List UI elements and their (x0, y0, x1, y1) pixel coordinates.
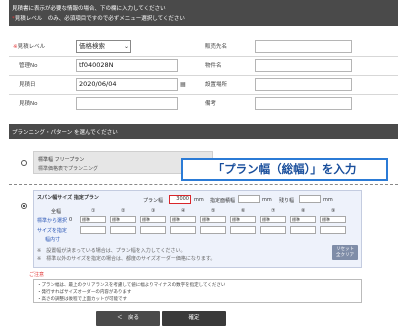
back-button[interactable]: ＜ 戻る (96, 311, 160, 326)
size-input[interactable] (290, 226, 316, 234)
plan-span-radio[interactable] (21, 203, 27, 209)
col-header: ② (121, 208, 126, 214)
size-input[interactable] (230, 226, 256, 234)
col-header: ⑥ (241, 208, 246, 214)
note-input[interactable] (255, 97, 352, 110)
total-width-label: 指定面積幅 (210, 198, 236, 204)
width-dropdown[interactable]: 標準 (290, 216, 316, 223)
size-input[interactable] (110, 226, 136, 234)
plan-width-input[interactable]: 3000 (169, 195, 191, 204)
note-line: ・発行すればサイズオーダーの内容があります (37, 290, 132, 295)
form-row-level: ※見積レベル 価格検索 ⌄ 販売先名 (9, 37, 398, 56)
col-header: ⑧ (301, 208, 306, 214)
form-row-remarks: 見積No 備考 (9, 94, 398, 113)
plan-free-subtitle: 標準価格表でプランニング (38, 166, 99, 172)
confirm-button[interactable]: 確定 (162, 311, 226, 326)
row-select-label: 標準から選択 (37, 218, 68, 224)
col-header: ⑨ (331, 208, 336, 214)
reset-label: リセット (336, 247, 354, 252)
size-input[interactable] (260, 226, 286, 234)
note-line: ・高さの調整は後程で上面カットが可能です (37, 297, 127, 302)
size-input[interactable] (200, 226, 226, 234)
width-dropdown[interactable]: 標準 (200, 216, 226, 223)
level-select-value: 価格検索 (79, 42, 105, 50)
property-input[interactable] (255, 59, 352, 72)
property-label: 物件名 (205, 63, 222, 69)
manage-no-input[interactable]: tf040028N (76, 59, 178, 72)
width-dropdown[interactable]: 標準 (260, 216, 286, 223)
row-size-label: サイズを指定 (37, 228, 67, 234)
width-dropdown[interactable]: 標準 (170, 216, 196, 223)
instruction-line-2: *見積レベル のみ、必須項目ですので必ずメニュー選択してください (12, 14, 185, 22)
size-input[interactable] (80, 226, 106, 234)
instruction-line-2-text: 見積レベル のみ、必須項目ですので必ずメニュー選択してください (14, 16, 185, 22)
clear-all-label: 全クリア (336, 252, 354, 258)
instruction-line-1: 見積書に表示が必要な情報の場合、下の欄に入力してください (12, 6, 166, 12)
width-dropdown[interactable]: 標準 (110, 216, 136, 223)
date-input[interactable]: 2020/06/04 (76, 78, 178, 91)
width-dropdown[interactable]: 標準 (320, 216, 346, 223)
plan-span-option: スパン幅サイズ 指定プラン プラン幅 3000 mm 指定面積幅 mm 残り幅 … (33, 190, 362, 268)
level-label-text: 見積レベル (17, 44, 46, 50)
row-size-sublabel: 幅内寸 (45, 237, 61, 243)
calendar-icon[interactable]: ▦ (180, 81, 186, 88)
site-label: 設置場所 (205, 82, 228, 88)
span-note-1: ※ 設置幅が決まっている場合は、プラン幅を入力してください。 (37, 248, 186, 254)
remaining-width-field (299, 195, 321, 203)
date-label: 見積日 (19, 82, 36, 88)
estimate-no-input[interactable] (76, 97, 178, 110)
note-line: ・プラン幅は、最上のクリアランスを考慮して値に幅よりマイナスの数字を指定してくだ… (37, 283, 226, 288)
unit-label: mm (323, 197, 333, 203)
chevron-down-icon: ⌄ (123, 43, 129, 50)
remaining-width-label: 残り幅 (279, 198, 295, 204)
plan-free-title: 標準幅 フリープラン (38, 157, 85, 163)
plan-span-title: スパン幅サイズ 指定プラン (37, 195, 99, 201)
total-zero: 0 (69, 217, 73, 223)
span-note-2: ※ 標準以外のサイズを指定の場合は、都度のサイズオーダー価格になります。 (37, 256, 216, 262)
site-input[interactable] (255, 78, 352, 91)
form-row-manage: 管理No tf040028N 物件名 (9, 56, 398, 75)
dashed-divider (9, 184, 398, 185)
width-dropdown[interactable]: 標準 (230, 216, 256, 223)
col-header: ④ (181, 208, 186, 214)
col-header: ① (91, 208, 96, 214)
plan-width-callout: 「プラン幅（総幅）」を入力 (181, 158, 388, 181)
estimate-no-label: 見積No (19, 101, 38, 107)
size-input[interactable] (170, 226, 196, 234)
width-dropdown[interactable]: 標準 (140, 216, 166, 223)
manage-label: 管理No (19, 63, 38, 69)
planning-section-header: プランニング・パターン を選んでください (9, 124, 398, 139)
col-total-header: 全幅 (51, 209, 62, 215)
level-label: ※見積レベル (13, 42, 45, 50)
unit-label: mm (194, 197, 204, 203)
plan-width-label: プラン幅 (143, 198, 164, 204)
instruction-header: 見積書に表示が必要な情報の場合、下の欄に入力してください *見積レベル のみ、必… (9, 0, 398, 26)
total-width-field (238, 195, 260, 203)
reset-clear-button[interactable]: リセット 全クリア (332, 245, 358, 260)
level-select[interactable]: 価格検索 ⌄ (76, 40, 131, 53)
col-header: ③ (151, 208, 156, 214)
col-header: ⑤ (211, 208, 216, 214)
unit-label: mm (262, 197, 272, 203)
note-label: 備考 (205, 101, 217, 107)
size-input[interactable] (320, 226, 346, 234)
form-row-date: 見積日 2020/06/04 ▦ 設置場所 (9, 75, 398, 94)
customer-input[interactable] (255, 40, 352, 53)
plan-free-radio[interactable] (21, 160, 27, 166)
customer-label: 販売先名 (205, 44, 228, 50)
size-input[interactable] (140, 226, 166, 234)
width-dropdown[interactable]: 標準 (80, 216, 106, 223)
notes-box: ・プラン幅は、最上のクリアランスを考慮して値に幅よりマイナスの数字を指定してくだ… (33, 279, 362, 303)
notes-heading: ご注意 (29, 272, 45, 278)
col-header: ⑦ (271, 208, 276, 214)
